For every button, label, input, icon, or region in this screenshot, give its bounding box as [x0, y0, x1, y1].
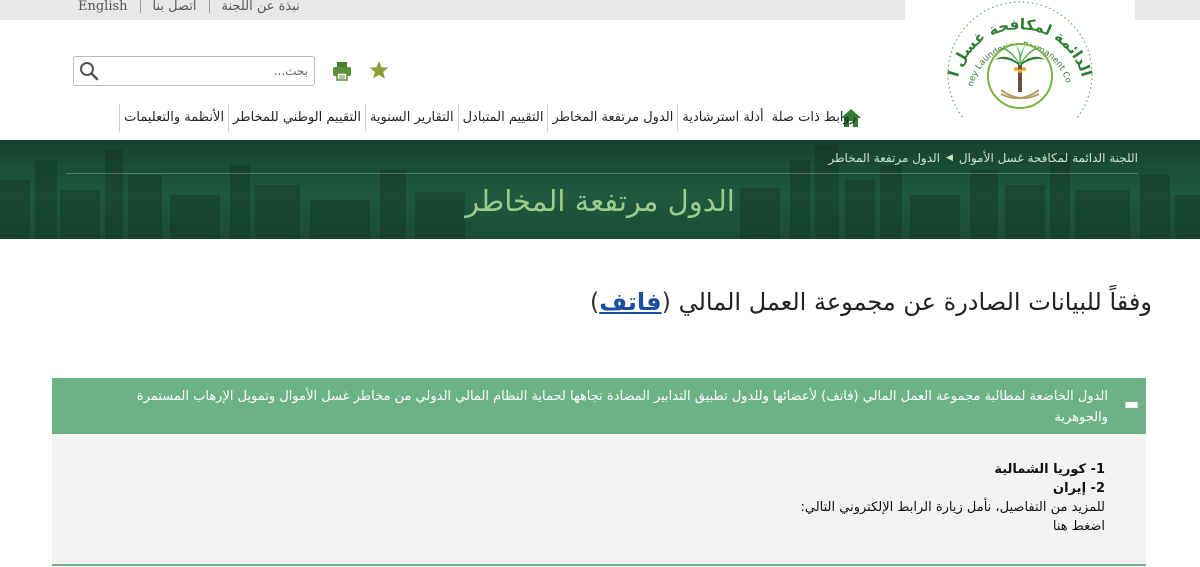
details-text: للمزيد من التفاصيل، نأمل زيارة الرابط ال…: [800, 500, 1106, 515]
top-links: English اتصل بنا نبذة عن اللجنة: [66, 0, 312, 16]
nav-item-annual-reports[interactable]: التقارير السنوية: [364, 104, 458, 132]
search-icon[interactable]: [78, 60, 100, 82]
star-icon[interactable]: [368, 59, 390, 81]
committee-logo: اللجنة الدائمة لمكافحة غسل الأموال Anti-…: [928, 0, 1097, 147]
search-input[interactable]: [102, 61, 308, 81]
breadcrumb-caret-icon: ◀: [946, 153, 953, 163]
banner-divider: [66, 173, 1138, 174]
country-item: 2- إيران: [1053, 481, 1105, 496]
breadcrumb-current: الدول مرتفعة المخاطر: [828, 151, 940, 165]
main-nav: الأنظمة والتعليمات التقييم الوطني للمخاط…: [119, 104, 860, 132]
nav-item-regulations[interactable]: الأنظمة والتعليمات: [119, 104, 228, 132]
nav-item-mutual-evaluation[interactable]: التقييم المتبادل: [457, 104, 548, 132]
accordion-header-text: الدول الخاضعة لمطالبة مجموعة العمل المال…: [136, 389, 1108, 425]
breadcrumb: اللجنة الدائمة لمكافحة غسل الأموال ◀ الد…: [828, 151, 1138, 165]
accordion-content: 1- كوريا الشمالية 2- إيران للمزيد من الت…: [801, 460, 1106, 536]
logo-card[interactable]: اللجنة الدائمة لمكافحة غسل الأموال Anti-…: [928, 0, 1105, 147]
print-icon[interactable]: [331, 60, 353, 82]
nav-item-high-risk-countries[interactable]: الدول مرتفعة المخاطر: [547, 104, 677, 132]
nav-item-related-links[interactable]: روابط ذات صلة: [768, 104, 860, 132]
english-link[interactable]: English: [66, 0, 140, 14]
nav-item-national-risk-assessment[interactable]: التقييم الوطني للمخاطر: [228, 104, 365, 132]
fatf-link[interactable]: فاتف: [599, 288, 661, 316]
nav-item-guidelines[interactable]: أدلة استرشادية: [677, 104, 767, 132]
logo-area: اللجنة الدائمة لمكافحة غسل الأموال Anti-…: [905, 0, 1135, 147]
banner-title: الدول مرتفعة المخاطر: [465, 184, 735, 218]
contact-us-link[interactable]: اتصل بنا: [141, 0, 209, 14]
page-banner: اللجنة الدائمة لمكافحة غسل الأموال ◀ الد…: [0, 140, 1200, 239]
click-here-link[interactable]: اضغط هنا: [801, 517, 1105, 536]
collapse-minus-icon[interactable]: ▬: [1124, 394, 1139, 413]
accordion-body: 1- كوريا الشمالية 2- إيران للمزيد من الت…: [52, 434, 1146, 566]
about-committee-link[interactable]: نبذة عن اللجنة: [210, 0, 312, 14]
accordion-header[interactable]: ▬ الدول الخاضعة لمطالبة مجموعة العمل الم…: [52, 378, 1146, 434]
heading-paren-open: (: [661, 288, 671, 316]
breadcrumb-home-link[interactable]: اللجنة الدائمة لمكافحة غسل الأموال: [959, 151, 1138, 165]
country-item: 1- كوريا الشمالية: [994, 462, 1105, 477]
search-box[interactable]: [73, 56, 315, 86]
page-heading: وفقاً للبيانات الصادرة عن مجموعة العمل ا…: [590, 288, 1152, 316]
heading-paren-close: ): [589, 288, 600, 316]
heading-text: وفقاً للبيانات الصادرة عن مجموعة العمل ا…: [678, 288, 1152, 316]
